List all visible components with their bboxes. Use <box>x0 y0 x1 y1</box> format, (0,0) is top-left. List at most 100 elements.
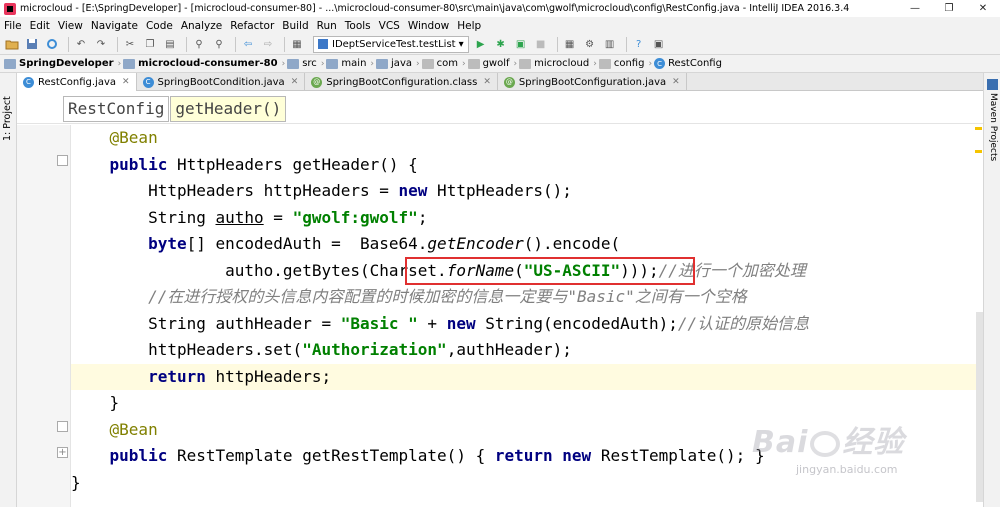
code-line: String authHeader = "Basic " + new Strin… <box>148 313 810 333</box>
help-icon[interactable]: ? <box>631 36 647 52</box>
fold-toggle-icon[interactable]: + <box>57 447 68 458</box>
code-line: httpHeaders.set("Authorization",authHead… <box>148 340 572 359</box>
tab-label: SpringBootConfiguration.class <box>326 76 478 88</box>
stop-icon[interactable]: ■ <box>533 36 549 52</box>
toolbar-divider <box>117 36 118 52</box>
run-icon[interactable]: ▶ <box>473 36 489 52</box>
editor-scrollbar[interactable] <box>973 92 983 507</box>
tab-label: SpringBootConfiguration.java <box>518 76 667 88</box>
paw-icon <box>810 430 841 457</box>
close-button[interactable]: ✕ <box>966 0 1000 17</box>
sdk-icon[interactable]: ▥ <box>602 36 618 52</box>
debug-icon[interactable]: ✱ <box>493 36 509 52</box>
folder-icon <box>4 58 16 69</box>
menu-window[interactable]: Window <box>404 20 453 32</box>
find-icon[interactable]: ⚲ <box>191 36 207 52</box>
menu-edit[interactable]: Edit <box>26 20 54 32</box>
editor-breadcrumb: RestConfig getHeader() <box>17 92 983 124</box>
class-icon: C <box>23 76 34 88</box>
toolbar-divider <box>284 36 285 52</box>
nav-crumb-main[interactable]: main › <box>326 58 374 69</box>
tab-springbootcondition[interactable]: C SpringBootCondition.java ✕ <box>137 73 306 91</box>
coverage-icon[interactable]: ▣ <box>513 36 529 52</box>
sync-icon[interactable] <box>44 36 60 52</box>
warning-marker[interactable] <box>975 150 982 153</box>
warning-marker[interactable] <box>975 127 982 130</box>
run-configuration-select[interactable]: IDeptServiceTest.testList ▾ <box>313 35 469 53</box>
menu-bar: File Edit View Navigate Code Analyze Ref… <box>0 17 1000 34</box>
copy-icon[interactable]: ❐ <box>142 36 158 52</box>
code-editor[interactable]: RestConfig getHeader() + @Bean public Ht… <box>17 92 983 507</box>
paste-icon[interactable]: ▤ <box>162 36 178 52</box>
settings-icon[interactable]: ⚙ <box>582 36 598 52</box>
menu-help[interactable]: Help <box>453 20 485 32</box>
tab-springbootconfiguration-class[interactable]: @ SpringBootConfiguration.class ✕ <box>305 73 498 91</box>
minimize-button[interactable]: — <box>898 0 932 17</box>
left-tool-strip: 1: Project <box>0 73 17 507</box>
toolbar-divider <box>556 36 558 52</box>
nav-crumb-microcloud[interactable]: microcloud › <box>519 58 597 69</box>
menu-code[interactable]: Code <box>142 20 177 32</box>
redo-icon[interactable]: ↷ <box>93 36 109 52</box>
dropdown-arrow-icon: ▾ <box>458 38 464 50</box>
package-icon <box>421 58 434 69</box>
editor-gutter[interactable]: + <box>17 125 71 507</box>
toolbar-divider <box>68 36 69 52</box>
nav-crumb-gwolf[interactable]: gwolf › <box>467 58 517 69</box>
close-icon[interactable]: ✕ <box>291 77 299 87</box>
tab-springbootconfiguration-java[interactable]: @ SpringBootConfiguration.java ✕ <box>498 73 687 91</box>
menu-refactor[interactable]: Refactor <box>226 20 278 32</box>
nav-crumb-config[interactable]: config › <box>598 58 652 69</box>
menu-file[interactable]: File <box>0 20 26 32</box>
navigation-bar: SpringDeveloper › microcloud-consumer-80 ›… <box>0 55 1000 73</box>
forward-icon[interactable]: ⇨ <box>260 36 276 52</box>
window-title: microcloud - [E:\SpringDeveloper] - [mic… <box>20 3 850 14</box>
code-line: } <box>109 393 120 412</box>
menu-view[interactable]: View <box>54 20 87 32</box>
code-line: String autho = "gwolf:gwolf"; <box>148 207 428 227</box>
nav-crumb-src[interactable]: src › <box>287 58 324 69</box>
scroll-thumb[interactable] <box>976 312 983 502</box>
cut-icon[interactable]: ✂ <box>122 36 138 52</box>
project-tool-tab[interactable]: 1: Project <box>2 81 15 141</box>
close-icon[interactable]: ✕ <box>672 77 680 87</box>
nav-crumb-restconfig[interactable]: C RestConfig <box>654 58 722 69</box>
fold-toggle-icon[interactable] <box>57 155 68 166</box>
tab-label: RestConfig.java <box>38 76 116 88</box>
intellij-icon <box>4 2 16 15</box>
highlight-box <box>405 257 695 285</box>
back-icon[interactable]: ⇦ <box>240 36 256 52</box>
code-line: HttpHeaders httpHeaders = new HttpHeader… <box>148 181 572 200</box>
menu-vcs[interactable]: VCS <box>375 20 404 32</box>
save-icon[interactable] <box>24 36 40 52</box>
maximize-button[interactable]: ❐ <box>932 0 966 17</box>
right-tool-strip: Maven Projects <box>983 73 1000 507</box>
replace-icon[interactable]: ⚲ <box>211 36 227 52</box>
toolbar-divider <box>235 36 236 52</box>
nav-crumb-java[interactable]: java › <box>376 58 420 69</box>
nav-crumb-module[interactable]: microcloud-consumer-80 › <box>123 58 285 69</box>
breadcrumb-class[interactable]: RestConfig <box>63 96 170 122</box>
nav-crumb-project[interactable]: SpringDeveloper › <box>4 58 121 69</box>
menu-navigate[interactable]: Navigate <box>87 20 142 32</box>
menu-analyze[interactable]: Analyze <box>177 20 226 32</box>
close-icon[interactable]: ✕ <box>122 77 130 87</box>
menu-tools[interactable]: Tools <box>341 20 375 32</box>
project-structure-icon[interactable]: ▦ <box>562 36 578 52</box>
code-line: byte[] encodedAuth = Base64.getEncoder()… <box>148 234 621 253</box>
tab-restconfig[interactable]: C RestConfig.java ✕ <box>17 73 137 91</box>
menu-run[interactable]: Run <box>313 20 341 32</box>
nav-crumb-com[interactable]: com › <box>421 58 466 69</box>
tab-label: SpringBootCondition.java <box>157 76 285 88</box>
menu-build[interactable]: Build <box>278 20 312 32</box>
close-icon[interactable]: ✕ <box>483 77 491 87</box>
plugin-icon[interactable]: ▣ <box>651 36 667 52</box>
undo-icon[interactable]: ↶ <box>73 36 89 52</box>
maven-icon <box>987 79 998 90</box>
breadcrumb-method[interactable]: getHeader() <box>170 96 287 122</box>
package-icon <box>467 58 480 69</box>
open-folder-icon[interactable] <box>4 36 20 52</box>
build-icon[interactable]: ▦ <box>289 36 305 52</box>
fold-toggle-icon[interactable] <box>57 421 68 432</box>
class-icon: C <box>142 76 154 88</box>
